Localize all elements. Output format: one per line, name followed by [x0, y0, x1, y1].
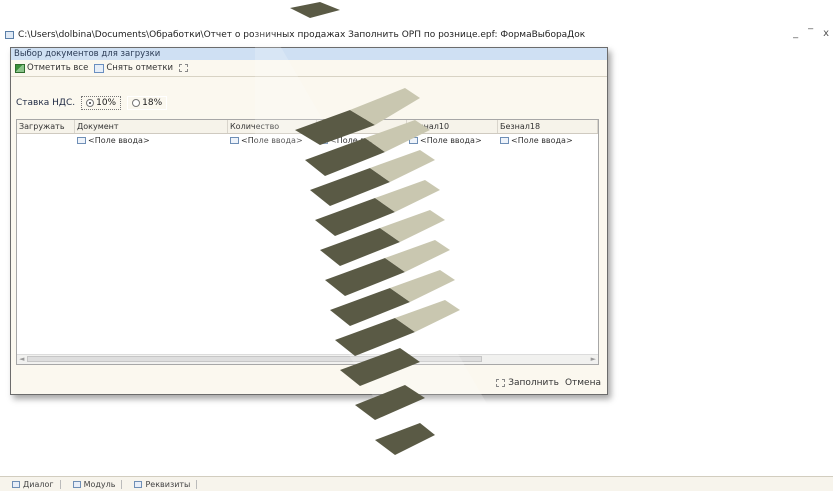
fill-button[interactable]: Заполнить — [496, 378, 559, 388]
vat-18-radio[interactable]: 18% — [127, 96, 168, 110]
column-header-sum[interactable]: Сумма — [317, 120, 407, 133]
cell-sum[interactable]: <Поле ввода> — [317, 134, 407, 147]
close-button[interactable]: x — [823, 28, 829, 39]
window-title: C:\Users\dolbina\Documents\Обработки\Отч… — [18, 30, 586, 40]
designer-tabs: Диалог Модуль Реквизиты — [0, 476, 833, 491]
form-icon — [5, 31, 14, 39]
form-toolbar: Отметить все Снять отметки — [11, 60, 607, 77]
dialog-icon — [12, 480, 20, 488]
cell-cashless10-text: <Поле ввода> — [420, 136, 482, 145]
toolbar-more-icon[interactable] — [179, 64, 189, 72]
cell-cashless18-text: <Поле ввода> — [511, 136, 573, 145]
tab-dialog-label: Диалог — [23, 479, 54, 489]
fill-icon — [496, 379, 506, 387]
uncheck-all-button[interactable]: Снять отметки — [94, 63, 173, 73]
vat-rate-group: Ставка НДС. 10% 18% — [16, 96, 168, 110]
check-all-button[interactable]: Отметить все — [15, 63, 88, 73]
minimize-button[interactable]: _ — [793, 28, 798, 39]
tab-module[interactable]: Модуль — [67, 479, 123, 489]
check-all-icon — [15, 63, 25, 73]
cell-document[interactable]: <Поле ввода> — [75, 134, 228, 147]
module-icon — [72, 480, 81, 488]
column-header-load[interactable]: Загружать — [17, 120, 75, 133]
tab-module-label: Модуль — [83, 479, 116, 489]
input-field-icon — [500, 137, 509, 144]
window-controls: _ ‾ x — [793, 28, 829, 39]
fill-label: Заполнить — [508, 378, 559, 388]
scroll-right-icon[interactable]: ► — [591, 355, 596, 363]
horizontal-scrollbar[interactable]: ◄ ► — [17, 354, 598, 364]
cell-sum-text: <Поле ввода> — [330, 136, 392, 145]
tab-attributes[interactable]: Реквизиты — [128, 479, 198, 489]
table-row[interactable]: <Поле ввода> <Поле ввода> <Поле ввода> <… — [17, 134, 598, 147]
form-designer-window: Выбор документов для загрузки Отметить в… — [10, 47, 608, 395]
cell-cashless10[interactable]: <Поле ввода> — [407, 134, 498, 147]
form-caption: Выбор документов для загрузки — [11, 48, 607, 60]
input-field-icon — [409, 137, 418, 144]
vat-18-label: 18% — [142, 98, 163, 108]
radio-icon — [132, 99, 141, 107]
documents-table[interactable]: Загружать Документ Количество Сумма Безн… — [16, 119, 599, 365]
attributes-icon — [134, 480, 143, 488]
input-field-icon — [77, 137, 86, 144]
cancel-button[interactable]: Отмена — [565, 378, 601, 388]
vat-rate-label: Ставка НДС. — [16, 98, 76, 108]
input-field-icon — [319, 137, 328, 144]
uncheck-icon — [94, 63, 105, 73]
maximize-button[interactable]: ‾ — [808, 28, 813, 39]
tab-dialog[interactable]: Диалог — [6, 479, 61, 489]
cell-quantity[interactable]: <Поле ввода> — [228, 134, 317, 147]
column-header-document[interactable]: Документ — [75, 120, 228, 133]
tab-attributes-label: Реквизиты — [145, 479, 191, 489]
scroll-left-icon[interactable]: ◄ — [19, 355, 24, 363]
vat-10-radio[interactable]: 10% — [81, 96, 122, 110]
column-header-cashless10[interactable]: Безнал10 — [407, 120, 498, 133]
window-titlebar: C:\Users\dolbina\Documents\Обработки\Отч… — [0, 28, 833, 42]
vat-10-label: 10% — [96, 98, 117, 108]
cell-load[interactable] — [17, 134, 75, 147]
column-header-quantity[interactable]: Количество — [228, 120, 317, 133]
input-field-icon — [230, 137, 239, 144]
check-all-label: Отметить все — [27, 63, 89, 73]
radio-selected-icon — [86, 99, 95, 107]
table-header: Загружать Документ Количество Сумма Безн… — [17, 120, 598, 134]
form-footer: Заполнить Отмена — [11, 372, 607, 394]
cell-quantity-text: <Поле ввода> — [241, 136, 303, 145]
uncheck-all-label: Снять отметки — [106, 63, 174, 73]
column-header-cashless18[interactable]: Безнал18 — [498, 120, 598, 133]
cell-cashless18[interactable]: <Поле ввода> — [498, 134, 598, 147]
scrollbar-thumb[interactable] — [27, 356, 482, 362]
cell-document-text: <Поле ввода> — [88, 136, 150, 145]
